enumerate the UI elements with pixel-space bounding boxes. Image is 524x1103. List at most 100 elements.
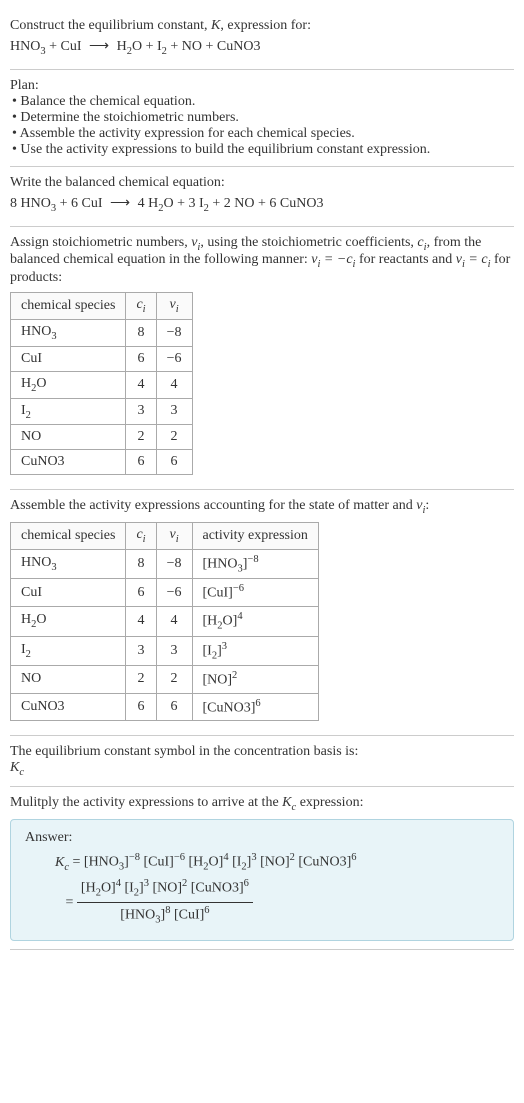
balanced-equation: 8 HNO3 + 6 CuI ⟶ 4 H2O + 3 I2 + 2 NO + 6… — [10, 195, 514, 214]
nu-cell: 3 — [156, 398, 192, 425]
species-cell: I2 — [11, 398, 126, 425]
table-header-row: chemical species ci νi activity expressi… — [11, 523, 319, 550]
table-row: H2O 4 4 [H2O]4 — [11, 607, 319, 636]
col-nu: νi — [156, 523, 192, 550]
nu-cell: 4 — [156, 371, 192, 398]
nu-cell: −8 — [156, 319, 192, 346]
plan-item: • Assemble the activity expression for e… — [10, 126, 514, 142]
expr-cell: [CuNO3]6 — [192, 693, 318, 721]
title-k: K — [211, 18, 220, 33]
c-cell: 8 — [126, 319, 156, 346]
species-cell: H2O — [11, 371, 126, 398]
unbalanced-equation: HNO3 + CuI ⟶ H2O + I2 + NO + CuNO3 — [10, 38, 514, 57]
activity-text: Assemble the activity expressions accoun… — [10, 498, 416, 513]
species-cell: HNO3 — [11, 319, 126, 346]
plan-section: Plan: • Balance the chemical equation. •… — [10, 70, 514, 167]
c-cell: 3 — [126, 636, 156, 665]
activity-intro: Assemble the activity expressions accoun… — [10, 498, 514, 516]
title-suffix: , expression for: — [220, 18, 311, 33]
species-cell: H2O — [11, 607, 126, 636]
kc-symbol: Kc — [10, 760, 514, 778]
symbol-section: The equilibrium constant symbol in the c… — [10, 736, 514, 787]
species-cell: CuNO3 — [11, 693, 126, 721]
c-cell: 6 — [126, 346, 156, 371]
nu-i: νi — [191, 235, 200, 250]
table-row: HNO3 8 −8 — [11, 319, 193, 346]
table-row: CuI 6 −6 [CuI]−6 — [11, 579, 319, 607]
species-cell: HNO3 — [11, 549, 126, 578]
header-section: Construct the equilibrium constant, K, e… — [10, 10, 514, 70]
table-row: CuNO3 6 6 [CuNO3]6 — [11, 693, 319, 721]
activity-table: chemical species ci νi activity expressi… — [10, 522, 319, 721]
kc-expression-line1: Kc = [HNO3]−8 [CuI]−6 [H2O]4 [I2]3 [NO]2… — [25, 850, 499, 876]
multiply-section: Mulitply the activity expressions to arr… — [10, 787, 514, 950]
nu-cell: 3 — [156, 636, 192, 665]
c-cell: 6 — [126, 693, 156, 721]
nu-cell: 2 — [156, 425, 192, 450]
table-row: I2 3 3 — [11, 398, 193, 425]
species-cell: I2 — [11, 636, 126, 665]
activity-section: Assemble the activity expressions accoun… — [10, 490, 514, 736]
species-cell: NO — [11, 425, 126, 450]
denominator: [HNO3]8 [CuI]6 — [77, 903, 253, 929]
multiply-prefix: Mulitply the activity expressions to arr… — [10, 795, 282, 810]
c-cell: 6 — [126, 450, 156, 475]
title: Construct the equilibrium constant, K, e… — [10, 18, 514, 34]
species-cell: CuNO3 — [11, 450, 126, 475]
c-i: ci — [417, 235, 426, 250]
table-row: I2 3 3 [I2]3 — [11, 636, 319, 665]
c-cell: 8 — [126, 549, 156, 578]
table-header-row: chemical species ci νi — [11, 293, 193, 320]
c-cell: 2 — [126, 425, 156, 450]
c-cell: 4 — [126, 607, 156, 636]
nu-cell: 6 — [156, 450, 192, 475]
col-species: chemical species — [11, 293, 126, 320]
stoich-text: for reactants and — [355, 252, 455, 267]
plan-item: • Use the activity expressions to build … — [10, 142, 514, 158]
expr-cell: [H2O]4 — [192, 607, 318, 636]
expr-cell: [CuI]−6 — [192, 579, 318, 607]
expr-cell: [I2]3 — [192, 636, 318, 665]
table-row: NO 2 2 [NO]2 — [11, 665, 319, 693]
col-species: chemical species — [11, 523, 126, 550]
expr-cell: [NO]2 — [192, 665, 318, 693]
answer-box: Answer: Kc = [HNO3]−8 [CuI]−6 [H2O]4 [I2… — [10, 819, 514, 941]
multiply-text: Mulitply the activity expressions to arr… — [10, 795, 514, 813]
rel-2: νi = ci — [456, 252, 491, 267]
nu-cell: 4 — [156, 607, 192, 636]
col-c: ci — [126, 293, 156, 320]
kc: Kc — [282, 795, 296, 810]
col-nu: νi — [156, 293, 192, 320]
table-row: CuNO3 6 6 — [11, 450, 193, 475]
table-row: CuI 6 −6 — [11, 346, 193, 371]
table-row: HNO3 8 −8 [HNO3]−8 — [11, 549, 319, 578]
nu-cell: −6 — [156, 346, 192, 371]
plan-item: • Balance the chemical equation. — [10, 94, 514, 110]
col-c: ci — [126, 523, 156, 550]
species-cell: CuI — [11, 346, 126, 371]
stoich-table: chemical species ci νi HNO3 8 −8 CuI 6 −… — [10, 292, 193, 475]
answer-label: Answer: — [25, 830, 499, 846]
plan-title: Plan: — [10, 78, 514, 94]
table-row: H2O 4 4 — [11, 371, 193, 398]
stoich-intro: Assign stoichiometric numbers, νi, using… — [10, 235, 514, 287]
expr-cell: [HNO3]−8 — [192, 549, 318, 578]
table-row: NO 2 2 — [11, 425, 193, 450]
activity-text: : — [425, 498, 429, 513]
nu-cell: 2 — [156, 665, 192, 693]
multiply-suffix: expression: — [296, 795, 363, 810]
symbol-text: The equilibrium constant symbol in the c… — [10, 744, 514, 760]
species-cell: CuI — [11, 579, 126, 607]
title-prefix: Construct the equilibrium constant, — [10, 18, 211, 33]
c-cell: 6 — [126, 579, 156, 607]
col-expr: activity expression — [192, 523, 318, 550]
nu-cell: −8 — [156, 549, 192, 578]
balanced-intro: Write the balanced chemical equation: — [10, 175, 514, 191]
nu-cell: −6 — [156, 579, 192, 607]
species-cell: NO — [11, 665, 126, 693]
c-cell: 3 — [126, 398, 156, 425]
kc-expression-line2: = [H2O]4 [I2]3 [NO]2 [CuNO3]6 [HNO3]8 [C… — [25, 876, 499, 930]
stoich-text: Assign stoichiometric numbers, — [10, 235, 191, 250]
stoich-section: Assign stoichiometric numbers, νi, using… — [10, 227, 514, 491]
c-cell: 4 — [126, 371, 156, 398]
